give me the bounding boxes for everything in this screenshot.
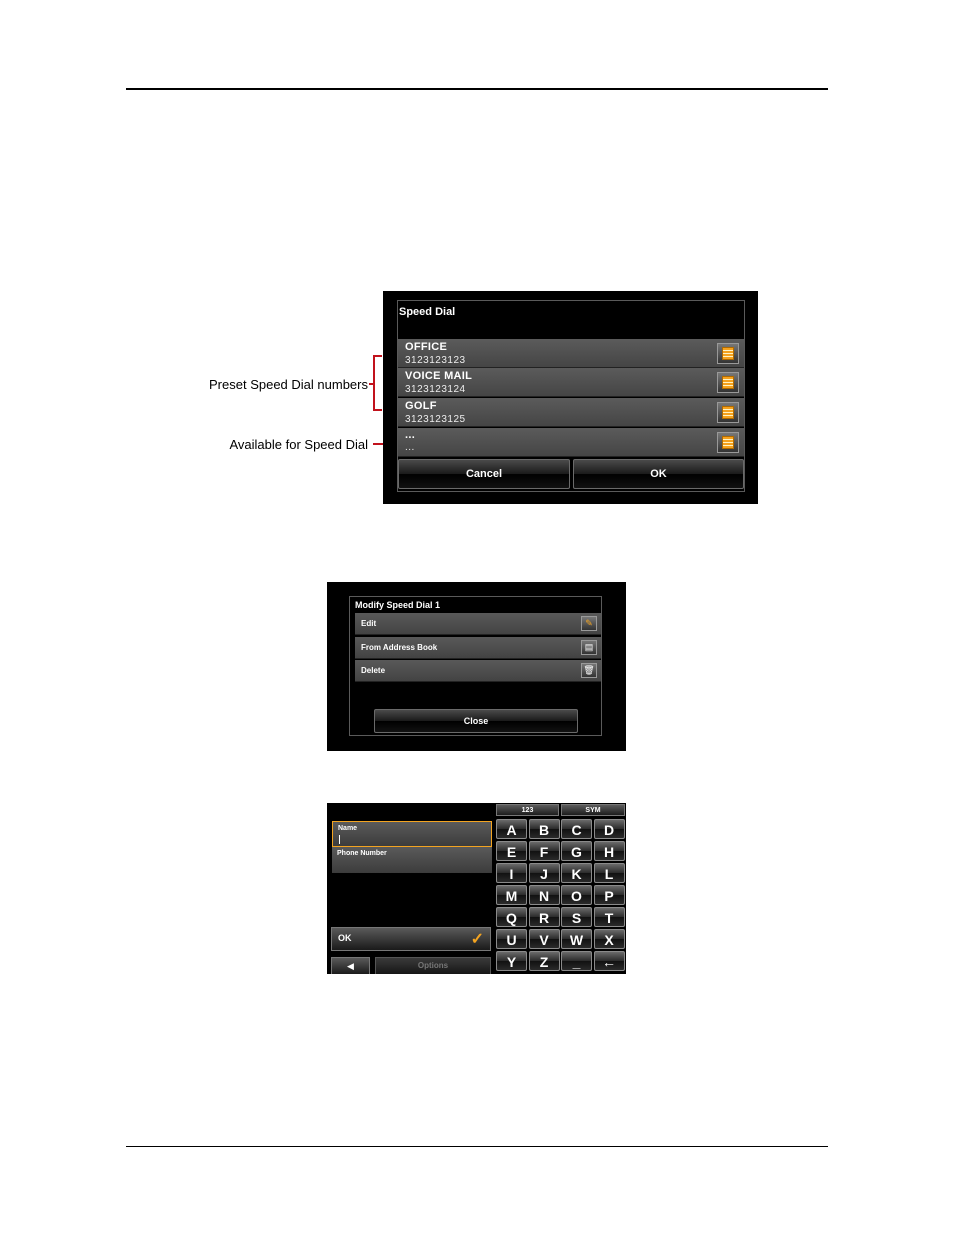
address-book-icon[interactable] — [717, 402, 739, 423]
back-button[interactable]: ◀ — [331, 957, 370, 974]
key-w[interactable]: W — [561, 929, 592, 949]
entry-number: 3123123125 — [405, 414, 466, 425]
modify-title: Modify Speed Dial 1 — [355, 600, 441, 610]
key-e[interactable]: E — [496, 841, 527, 861]
key-b[interactable]: B — [528, 819, 560, 839]
entry-name: OFFICE — [405, 341, 448, 353]
speed-dial-entry-empty[interactable]: ... ... — [398, 428, 744, 457]
arrow-left-icon: ◀ — [347, 961, 354, 971]
ok-label: OK — [338, 933, 352, 943]
entry-name: GOLF — [405, 400, 437, 412]
key-z[interactable]: Z — [528, 951, 560, 971]
key-f[interactable]: F — [528, 841, 560, 861]
menu-item-delete[interactable]: Delete 🗑 — [355, 660, 601, 682]
key-p[interactable]: P — [593, 885, 625, 905]
speed-dial-entry[interactable]: OFFICE 3123123123 — [398, 339, 744, 368]
key-k[interactable]: K — [561, 863, 592, 883]
preset-speed-dial-annotation: Preset Speed Dial numbers — [209, 377, 368, 392]
address-book-icon[interactable] — [717, 432, 739, 453]
tab-numbers[interactable]: 123 — [496, 804, 559, 816]
trash-icon: 🗑 — [581, 663, 597, 678]
options-button[interactable]: Options — [375, 957, 491, 974]
available-connector — [373, 443, 383, 445]
key-m[interactable]: M — [496, 885, 527, 905]
pencil-icon: ✎ — [581, 616, 597, 631]
ok-button[interactable]: OK ✓ — [331, 927, 491, 951]
speed-dial-entry[interactable]: VOICE MAIL 3123123124 — [398, 368, 744, 397]
key-n[interactable]: N — [528, 885, 560, 905]
menu-item-address-book[interactable]: From Address Book ▤ — [355, 637, 601, 659]
key-d[interactable]: D — [593, 819, 625, 839]
available-speed-dial-annotation: Available for Speed Dial — [229, 437, 368, 452]
key-i[interactable]: I — [496, 863, 527, 883]
cancel-button[interactable]: Cancel — [398, 459, 570, 489]
key-a[interactable]: A — [496, 819, 527, 839]
text-cursor — [339, 835, 340, 844]
phone-number-label: Phone Number — [337, 850, 387, 857]
name-field[interactable]: Name — [332, 821, 492, 847]
key-g[interactable]: G — [561, 841, 592, 861]
key-o[interactable]: O — [561, 885, 592, 905]
speed-dial-entry[interactable]: GOLF 3123123125 — [398, 398, 744, 427]
entry-name: ... — [405, 429, 416, 441]
address-book-icon[interactable] — [717, 372, 739, 393]
tab-symbols[interactable]: SYM — [561, 804, 625, 816]
key-j[interactable]: J — [528, 863, 560, 883]
key-v[interactable]: V — [528, 929, 560, 949]
entry-name: VOICE MAIL — [405, 370, 473, 382]
key-u[interactable]: U — [496, 929, 527, 949]
modify-speed-dial-screen: Modify Speed Dial 1 Edit ✎ From Address … — [327, 582, 626, 751]
entry-number: 3123123123 — [405, 355, 466, 366]
key-l[interactable]: L — [593, 863, 625, 883]
key-space[interactable]: _ — [561, 951, 592, 971]
preset-bracket-connector — [369, 383, 375, 385]
name-field-label: Name — [338, 825, 358, 832]
checkmark-icon: ✓ — [470, 931, 484, 948]
key-c[interactable]: C — [561, 819, 592, 839]
speed-dial-title: Speed Dial — [399, 306, 456, 318]
key-s[interactable]: S — [561, 907, 592, 927]
ok-button[interactable]: OK — [573, 459, 744, 489]
header-rule — [126, 88, 828, 90]
menu-item-label: Edit — [361, 619, 377, 628]
menu-item-edit[interactable]: Edit ✎ — [355, 613, 601, 635]
key-q[interactable]: Q — [496, 907, 527, 927]
menu-item-label: Delete — [361, 666, 386, 675]
entry-number: ... — [405, 442, 415, 453]
entry-number: 3123123124 — [405, 384, 466, 395]
key-r[interactable]: R — [528, 907, 560, 927]
speed-dial-screen: Speed Dial OFFICE 3123123123 VOICE MAIL … — [383, 291, 758, 504]
key-h[interactable]: H — [593, 841, 625, 861]
address-book-icon: ▤ — [581, 640, 597, 655]
footer-rule — [126, 1146, 828, 1147]
key-t[interactable]: T — [593, 907, 625, 927]
menu-item-label: From Address Book — [361, 643, 438, 652]
key-backspace[interactable]: ← — [593, 951, 625, 971]
phone-number-field[interactable]: Phone Number — [332, 847, 492, 873]
address-book-icon[interactable] — [717, 343, 739, 364]
key-y[interactable]: Y — [496, 951, 527, 971]
close-button[interactable]: Close — [374, 709, 578, 733]
key-x[interactable]: X — [593, 929, 625, 949]
keyboard-entry-screen: Name Phone Number OK ✓ ◀ Options 123 SYM… — [327, 803, 626, 974]
